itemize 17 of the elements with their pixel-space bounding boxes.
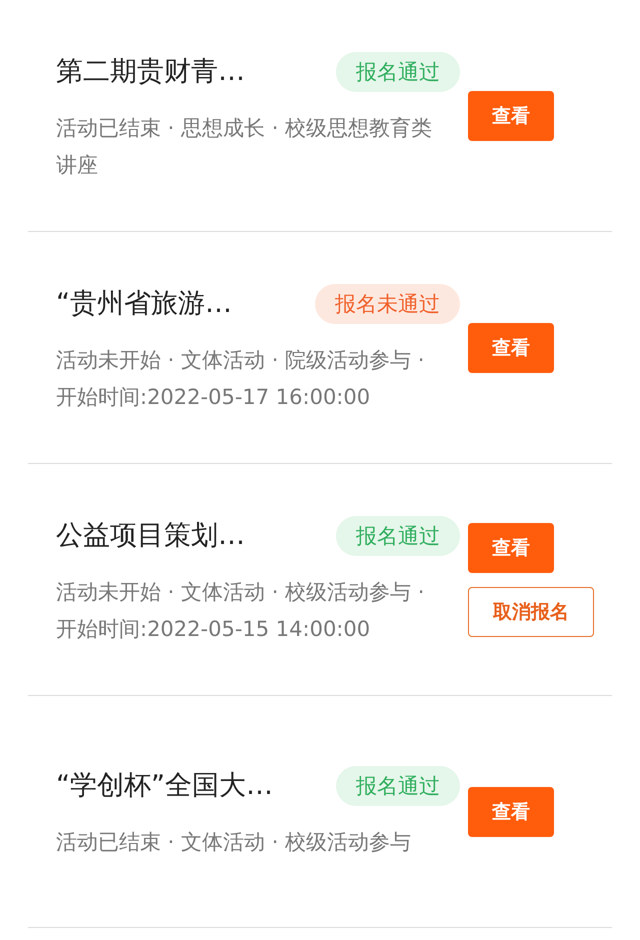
activity-title: 第二期贵财青… — [56, 54, 245, 88]
activity-description: 活动未开始 · 文体活动 · 院级活动参与 · 开始时间:2022-05-17 16:00:00 — [56, 346, 426, 410]
view-button[interactable]: 查看 — [468, 322, 554, 372]
status-badge: 报名通过 — [336, 52, 460, 92]
activity-description: 活动已结束 · 文体活动 · 校级活动参与 — [56, 829, 412, 856]
status-badge: 报名通过 — [336, 766, 460, 806]
view-button[interactable]: 查看 — [468, 522, 554, 572]
view-button[interactable]: 查看 — [468, 90, 554, 140]
activity-description: 活动已结束 · 思想成长 · 校级思想教育类讲座 — [56, 114, 434, 178]
status-badge: 报名通过 — [336, 516, 460, 556]
activity-title: “学创杯”全国大… — [56, 769, 273, 803]
cancel-button[interactable]: 取消报名 — [468, 586, 594, 636]
activity-title: “贵州省旅游… — [56, 286, 232, 320]
activity-description: 活动未开始 · 文体活动 · 校级活动参与 · 开始时间:2022-05-15 14:00:00 — [56, 578, 426, 642]
activity-title: 公益项目策划… — [56, 518, 245, 552]
view-button[interactable]: 查看 — [468, 786, 554, 836]
status-badge: 报名未通过 — [315, 284, 460, 324]
